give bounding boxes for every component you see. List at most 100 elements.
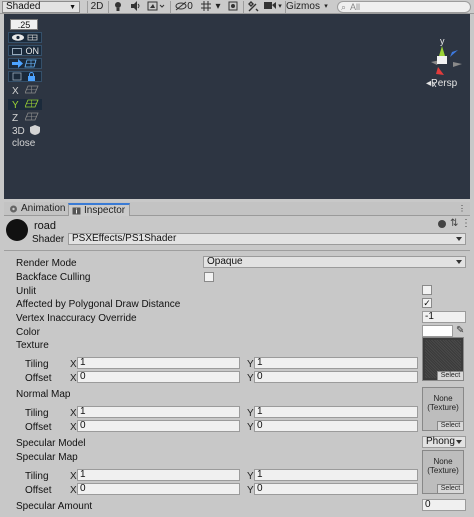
specular-offset-x[interactable]: 0 bbox=[77, 483, 240, 495]
chevron-down-icon[interactable]: ▾ bbox=[322, 1, 330, 13]
axis-z-toggle[interactable]: Z bbox=[8, 112, 42, 124]
material-preview bbox=[6, 219, 28, 241]
specular-map-slot[interactable]: None (Texture) Select bbox=[422, 450, 464, 494]
gizmos-dropdown[interactable]: Gizmos bbox=[286, 1, 320, 13]
tab-inspector-label: Inspector bbox=[84, 205, 126, 216]
affected-draw-distance-checkbox[interactable]: ✓ bbox=[422, 298, 432, 308]
inspector-panel: road ⇅ ⋮ Shader PSXEffects/PS1Shader Ren… bbox=[4, 216, 471, 517]
camera-icon[interactable] bbox=[263, 1, 277, 13]
normal-map-slot[interactable]: None (Texture) Select bbox=[422, 387, 464, 431]
preset-icon[interactable]: ⇅ bbox=[450, 218, 458, 229]
shader-dropdown[interactable]: PSXEffects/PS1Shader bbox=[68, 233, 466, 245]
render-mode-label: Render Mode bbox=[16, 258, 77, 269]
lock-grid-toggle[interactable] bbox=[8, 71, 42, 82]
texture-tiling-y[interactable]: 1 bbox=[254, 357, 418, 369]
offset-x-value: 0 bbox=[80, 371, 86, 382]
specular-amount-value: 0 bbox=[425, 499, 431, 510]
search-placeholder: All bbox=[350, 2, 361, 12]
color-swatch[interactable] bbox=[422, 325, 453, 337]
move-grid-toggle[interactable] bbox=[8, 58, 42, 69]
tab-inspector[interactable]: Inspector bbox=[68, 203, 130, 216]
vertex-inaccuracy-value: -1 bbox=[425, 311, 434, 322]
help-icon[interactable] bbox=[438, 220, 446, 228]
specular-offset-y[interactable]: 0 bbox=[254, 483, 418, 495]
chevron-down-icon: ▼ bbox=[69, 4, 76, 11]
specular-model-value: Phong bbox=[426, 436, 455, 447]
unlit-label: Unlit bbox=[16, 286, 37, 297]
texture-select-button[interactable]: Select bbox=[437, 371, 463, 380]
snap-value: .25 bbox=[17, 20, 31, 30]
snap-on-toggle[interactable]: ON bbox=[8, 45, 42, 56]
snap-value-field[interactable]: .25 bbox=[10, 19, 38, 30]
close-overlay-button[interactable]: close bbox=[8, 138, 42, 149]
axis-z-label: Z bbox=[12, 113, 19, 124]
axis-y-label: Y bbox=[247, 422, 254, 433]
axis-x-toggle[interactable]: X bbox=[8, 85, 42, 97]
axis-x-label: X bbox=[70, 408, 77, 419]
scene-visibility-icon[interactable] bbox=[226, 1, 240, 13]
tiling-x-value: 1 bbox=[80, 469, 86, 480]
vertex-inaccuracy-field[interactable]: -1 bbox=[422, 311, 466, 323]
texture-slot[interactable]: Select bbox=[422, 337, 464, 381]
chevron-down-icon[interactable]: ▾ bbox=[276, 1, 284, 13]
visibility-toggle[interactable] bbox=[8, 32, 42, 43]
toggle-3d-button[interactable]: 3D bbox=[8, 125, 42, 137]
texture-offset-y[interactable]: 0 bbox=[254, 371, 418, 383]
tools-icon[interactable] bbox=[246, 1, 260, 13]
tiling-y-value: 1 bbox=[257, 469, 263, 480]
axis-y-label: Y bbox=[247, 408, 254, 419]
specular-tiling-y[interactable]: 1 bbox=[254, 469, 418, 481]
color-label: Color bbox=[16, 327, 40, 338]
render-mode-dropdown[interactable]: Opaque bbox=[203, 256, 466, 268]
unity-editor: Shaded ▼ 2D 0 ▾ ▾ Gizmos ▾ ⌕ All .25 ON … bbox=[0, 0, 474, 517]
texture-label: Texture bbox=[16, 340, 49, 351]
render-mode-value: Opaque bbox=[207, 256, 243, 267]
persp-label: Persp bbox=[431, 78, 458, 89]
texture-tiling-label: Tiling bbox=[25, 359, 49, 370]
shading-mode-dropdown[interactable]: Shaded ▼ bbox=[2, 1, 80, 13]
specular-tiling-x[interactable]: 1 bbox=[77, 469, 240, 481]
normal-tiling-x[interactable]: 1 bbox=[77, 406, 240, 418]
texture-offset-label: Offset bbox=[25, 373, 52, 384]
axis-x-label: X bbox=[12, 86, 19, 97]
axis-x-label: X bbox=[70, 422, 77, 433]
normal-map-select-button[interactable]: Select bbox=[437, 421, 463, 430]
info-icon bbox=[72, 207, 81, 215]
tiling-y-value: 1 bbox=[257, 357, 263, 368]
settings-menu-icon[interactable]: ⋮ bbox=[461, 218, 471, 229]
unlit-checkbox[interactable] bbox=[422, 285, 432, 295]
audio-toggle-icon[interactable] bbox=[128, 1, 142, 13]
chevron-down-icon[interactable]: ▾ bbox=[214, 1, 222, 13]
hidden-objects-toggle[interactable]: 0 bbox=[173, 1, 195, 13]
lighting-toggle-icon[interactable] bbox=[111, 1, 125, 13]
normal-offset-x[interactable]: 0 bbox=[77, 420, 240, 432]
texture-tiling-x[interactable]: 1 bbox=[77, 357, 240, 369]
normal-map-label: Normal Map bbox=[16, 389, 71, 400]
gizmo-z-cone bbox=[450, 50, 458, 57]
normal-offset-y[interactable]: 0 bbox=[254, 420, 418, 432]
normal-tiling-y[interactable]: 1 bbox=[254, 406, 418, 418]
normal-map-none: None (Texture) bbox=[427, 394, 459, 412]
backface-culling-checkbox[interactable] bbox=[204, 272, 214, 282]
axis-y-label: Y bbox=[247, 359, 254, 370]
divider bbox=[4, 250, 470, 251]
specular-map-select-button[interactable]: Select bbox=[437, 484, 463, 493]
tab-animation[interactable]: Animation bbox=[6, 203, 68, 216]
effects-dropdown-icon[interactable] bbox=[146, 1, 166, 13]
texture-offset-x[interactable]: 0 bbox=[77, 371, 240, 383]
toggle-2d-button[interactable]: 2D bbox=[89, 1, 105, 13]
tiling-x-value: 1 bbox=[80, 357, 86, 368]
scene-viewport[interactable]: .25 ON X Y Z 3D close y x ◂Persp bbox=[4, 14, 470, 199]
eyedropper-icon[interactable]: ✎ bbox=[456, 325, 464, 336]
label-3d: 3D bbox=[12, 126, 25, 137]
hidden-count: 0 bbox=[187, 1, 193, 12]
offset-y-value: 0 bbox=[257, 483, 263, 494]
panel-menu-icon[interactable]: ⋮ bbox=[458, 204, 466, 213]
projection-toggle[interactable]: ◂Persp bbox=[426, 78, 457, 89]
specular-amount-field[interactable]: 0 bbox=[422, 499, 466, 511]
axis-y-toggle[interactable]: Y bbox=[8, 99, 42, 111]
axis-y-label: Y bbox=[247, 471, 254, 482]
scene-search-field[interactable]: ⌕ All bbox=[337, 1, 471, 13]
specular-model-dropdown[interactable]: Phong bbox=[422, 436, 466, 448]
grid-toggle-icon[interactable] bbox=[199, 1, 213, 13]
